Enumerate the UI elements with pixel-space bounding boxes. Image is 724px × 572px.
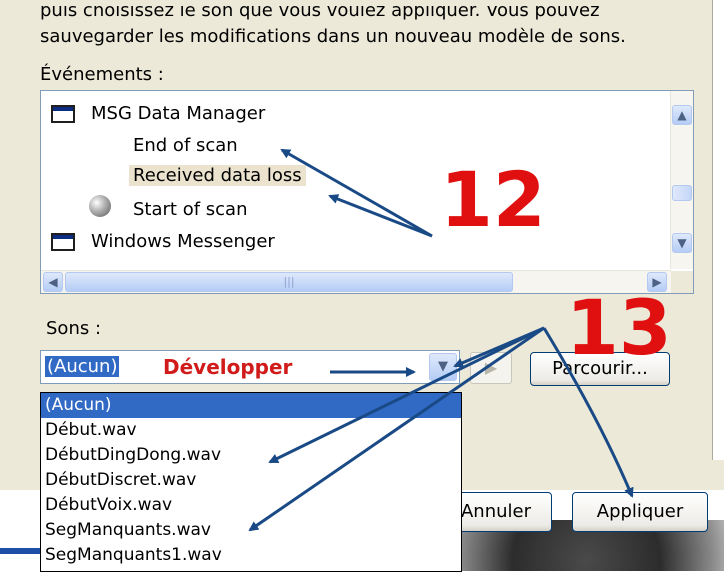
event-item-start-of-scan[interactable]: Start of scan bbox=[133, 199, 247, 220]
scroll-left-arrow-icon[interactable]: ◀ bbox=[43, 272, 63, 292]
application-window-icon bbox=[51, 105, 75, 123]
events-label: Événements : bbox=[40, 64, 164, 85]
sound-option[interactable]: SegManquants1.wav bbox=[41, 543, 461, 568]
sound-option[interactable]: Début.wav bbox=[41, 418, 461, 443]
application-window-icon bbox=[51, 233, 75, 251]
event-item-msg-data-manager[interactable]: MSG Data Manager bbox=[91, 103, 265, 124]
sounds-combobox[interactable]: (Aucun) Développer ▼ bbox=[40, 350, 460, 384]
annotation-number-13: 13 bbox=[566, 283, 672, 372]
scrollbar-corner bbox=[671, 271, 693, 293]
speaker-icon bbox=[89, 195, 111, 217]
event-item-received-data-loss[interactable]: Received data loss bbox=[129, 165, 306, 186]
scroll-up-arrow-icon[interactable]: ▲ bbox=[672, 105, 692, 125]
sound-option[interactable]: (Aucun) bbox=[41, 393, 461, 418]
sounds-dropdown-list[interactable]: (Aucun) Début.wav DébutDingDong.wav Débu… bbox=[40, 392, 462, 572]
sound-option[interactable]: DébutDingDong.wav bbox=[41, 443, 461, 468]
annotation-number-12: 12 bbox=[440, 155, 546, 244]
intro-text-line-2: sauvegarder les modifications dans un no… bbox=[40, 26, 626, 47]
scroll-down-arrow-icon[interactable]: ▼ bbox=[672, 233, 692, 253]
event-item-windows-messenger[interactable]: Windows Messenger bbox=[91, 231, 275, 252]
event-item-end-of-scan[interactable]: End of scan bbox=[133, 135, 238, 156]
intro-text-line-1: puis choisissez le son que vous voulez a… bbox=[40, 0, 600, 21]
events-listbox[interactable]: MSG Data Manager End of scan Received da… bbox=[40, 90, 694, 294]
develop-annotation: Développer bbox=[163, 355, 293, 379]
events-vertical-scrollbar[interactable]: ▲ ▼ bbox=[670, 91, 693, 269]
chevron-down-icon[interactable]: ▼ bbox=[429, 353, 457, 381]
sound-option[interactable]: DébutVoix.wav bbox=[41, 493, 461, 518]
sound-settings-dialog: puis choisissez le son que vous voulez a… bbox=[0, 0, 713, 460]
horizontal-scroll-thumb[interactable]: ||| bbox=[65, 272, 513, 292]
sound-option[interactable]: SegManquants.wav bbox=[41, 518, 461, 543]
sound-option[interactable]: DébutDiscret.wav bbox=[41, 468, 461, 493]
play-sound-button[interactable]: ▶ bbox=[470, 352, 512, 384]
sounds-combobox-value: (Aucun) bbox=[45, 356, 120, 377]
vertical-scroll-thumb[interactable] bbox=[672, 185, 692, 201]
apply-button[interactable]: Appliquer bbox=[572, 492, 708, 532]
sounds-label: Sons : bbox=[46, 318, 102, 339]
